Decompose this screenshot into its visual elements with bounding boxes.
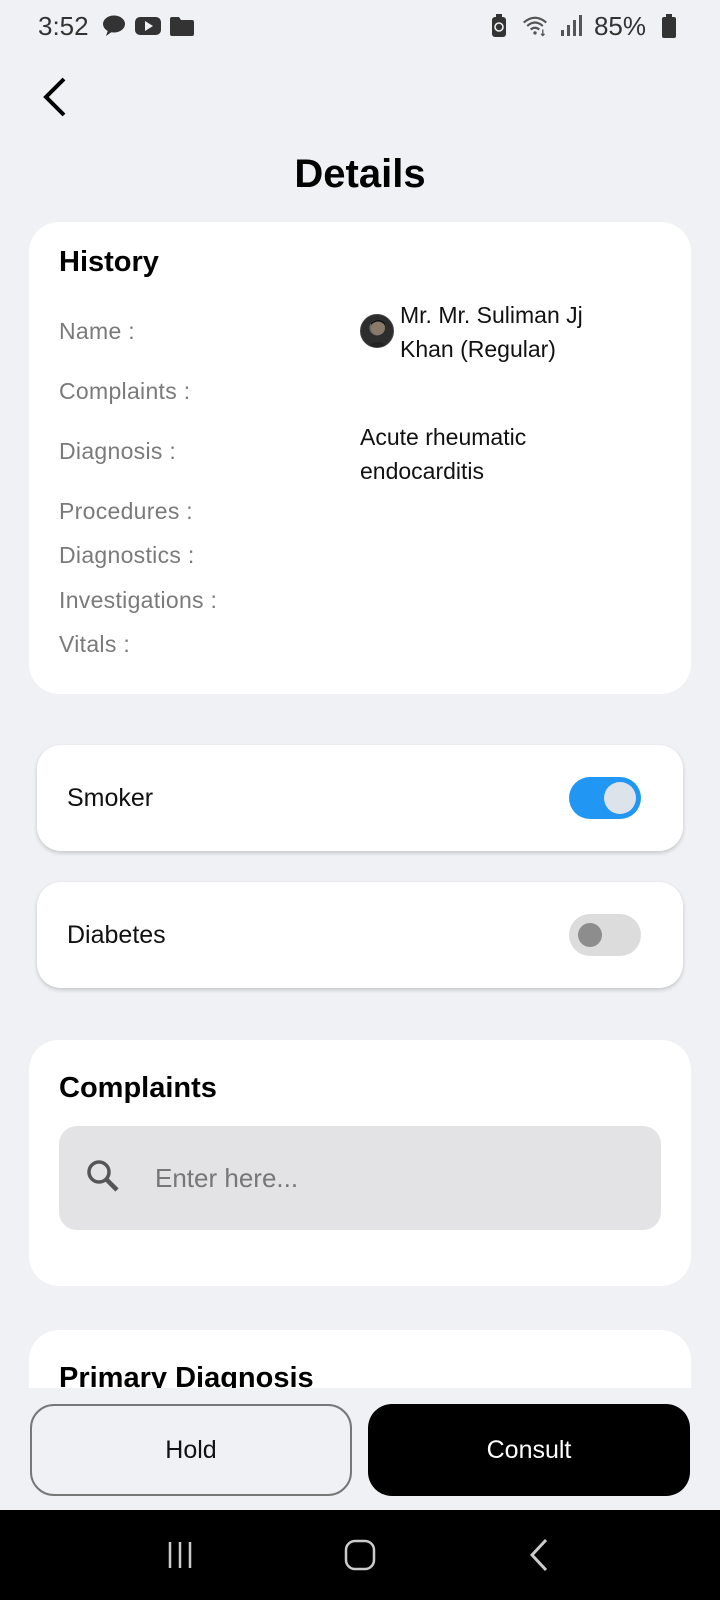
complaints-heading: Complaints: [59, 1072, 217, 1104]
home-icon: [344, 1539, 376, 1571]
complaints-label: Complaints :: [59, 378, 191, 404]
vitals-label: Vitals :: [59, 631, 131, 657]
diabetes-toggle[interactable]: [569, 914, 641, 956]
diagnosis-label: Diagnosis :: [59, 438, 177, 464]
recent-apps-button[interactable]: [150, 1525, 210, 1585]
patient-name-line1: Mr. Mr. Suliman Jj: [400, 302, 583, 328]
back-icon: [529, 1538, 548, 1572]
patient-name: Mr. Mr. Suliman Jj Khan (Regular): [400, 298, 660, 366]
complaints-card: Complaints: [29, 1040, 691, 1286]
search-icon: [85, 1158, 121, 1199]
patient-name-line2: Khan (Regular): [400, 336, 556, 362]
complaints-search-box[interactable]: [59, 1126, 661, 1230]
complaints-search-input[interactable]: [155, 1162, 605, 1194]
home-button[interactable]: [330, 1525, 390, 1585]
diagnosis-value: Acute rheumatic endocarditis: [360, 420, 526, 488]
diagnosis-line2: endocarditis: [360, 458, 485, 484]
recents-icon: [168, 1542, 192, 1568]
primary-diagnosis-card: Primary Diagnosis: [29, 1330, 691, 1388]
toggle-knob: [604, 782, 636, 814]
system-nav-bar: [0, 1510, 720, 1600]
diabetes-label: Diabetes: [67, 920, 166, 949]
diabetes-card: Diabetes: [37, 882, 683, 988]
history-heading: History: [59, 246, 159, 278]
toggle-knob: [578, 923, 602, 947]
nav-back-button[interactable]: [510, 1525, 570, 1585]
scroll-content[interactable]: History Name : Mr. Mr. Suliman Jj Khan (…: [0, 0, 720, 1388]
avatar: [360, 314, 394, 348]
diagnostics-label: Diagnostics :: [59, 542, 195, 568]
smoker-card: Smoker: [37, 745, 683, 851]
diagnosis-line1: Acute rheumatic: [360, 424, 527, 450]
procedures-label: Procedures :: [59, 498, 193, 524]
smoker-toggle[interactable]: [569, 777, 641, 819]
history-card: History Name : Mr. Mr. Suliman Jj Khan (…: [29, 222, 691, 694]
hold-button[interactable]: Hold: [30, 1404, 352, 1496]
consult-button[interactable]: Consult: [368, 1404, 690, 1496]
smoker-label: Smoker: [67, 783, 154, 812]
primary-diagnosis-heading: Primary Diagnosis: [59, 1362, 314, 1388]
name-label: Name :: [59, 318, 135, 344]
investigations-label: Investigations :: [59, 587, 218, 613]
